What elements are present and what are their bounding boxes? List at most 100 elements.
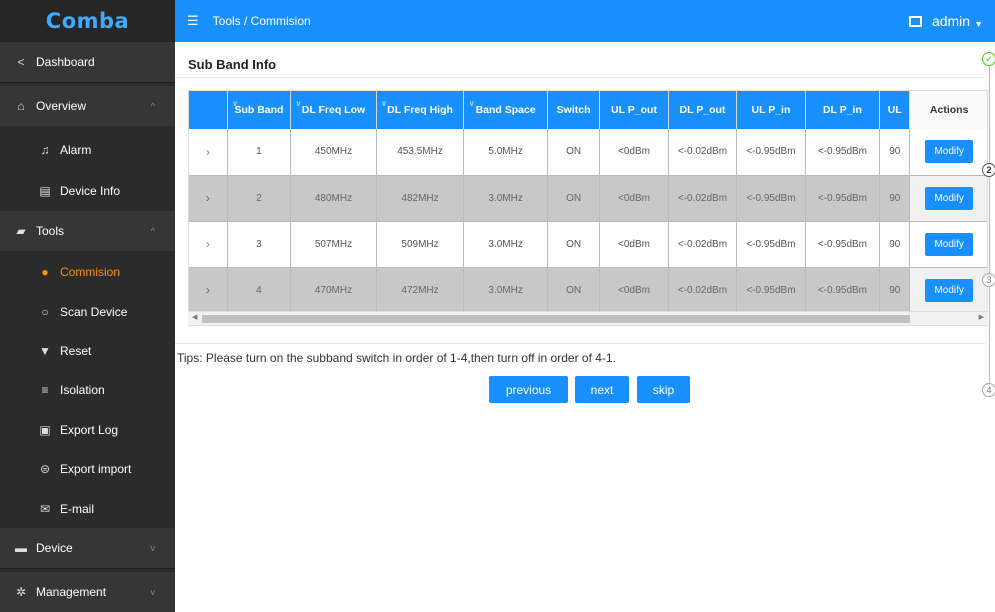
table-cell-dl-p-in: <-0.95dBm: [805, 129, 881, 176]
column-header[interactable]: ∨ DL Freq Low: [290, 91, 377, 129]
sidebar-item-label: Management: [36, 585, 107, 599]
modify-button[interactable]: Modify: [925, 140, 973, 164]
table-cell-actions: Modify: [909, 175, 987, 222]
chevron-up-icon: ^: [150, 101, 155, 111]
table-cell-band-space: 3.0MHz: [463, 267, 548, 314]
sidebar-item-label: Commision: [60, 264, 121, 279]
table-cell-actions: Modify: [909, 221, 987, 268]
expand-row-icon[interactable]: ›: [189, 175, 228, 222]
sidebar-item-device[interactable]: ▬ Device v: [0, 528, 175, 568]
reset-icon: ▼: [39, 343, 51, 358]
table-cell-dl-freq-high: 482MHz: [376, 175, 465, 222]
expand-row-icon[interactable]: ›: [189, 221, 228, 268]
table-cell-dl-freq-high: 472MHz: [376, 267, 465, 314]
column-header[interactable]: ∨ DL Freq High: [376, 91, 465, 129]
table-cell-dl-p-in: <-0.95dBm: [805, 175, 881, 222]
table-row[interactable]: › 4 470MHz 472MHz 3.0MHz ON <0dBm <-0.02dBm <-0.…: [189, 267, 987, 314]
column-header[interactable]: DL P_out: [668, 91, 738, 129]
table-cell-ul-p-in: <-0.95dBm: [736, 221, 806, 268]
table-row[interactable]: › 1 450MHz 453.5MHz 5.0MHz ON <0dBm <-0.02dBm <-…: [189, 129, 987, 176]
table-cell-sub-band: 4: [227, 267, 292, 314]
sidebar-item-isolation[interactable]: ≡ Isolation: [0, 370, 175, 409]
table-cell-dl-freq-low: 480MHz: [290, 175, 377, 222]
column-header[interactable]: UL P_out: [599, 91, 669, 129]
menu-toggle-icon[interactable]: ☰: [187, 13, 199, 29]
table-cell-ul-p-out: <0dBm: [599, 129, 669, 176]
step-4-indicator: 4: [982, 383, 995, 397]
modify-button[interactable]: Modify: [925, 278, 973, 302]
mail-icon: ✉: [39, 501, 51, 516]
scroll-right-icon[interactable]: ▶: [979, 313, 984, 321]
scroll-left-icon[interactable]: ◀: [192, 313, 197, 321]
logo-text: Comba: [45, 9, 130, 33]
step-1-done-icon: ✓: [982, 52, 995, 66]
divider: [175, 343, 985, 344]
caret-down-icon: ▼: [974, 19, 983, 29]
divider: [175, 77, 985, 78]
column-header[interactable]: DL P_in: [805, 91, 881, 129]
column-header[interactable]: UL P_in: [736, 91, 806, 129]
table-row[interactable]: › 2 480MHz 482MHz 3.0MHz ON <0dBm <-0.02dBm <-0.…: [189, 175, 987, 222]
divider: [0, 82, 175, 83]
home-icon: ⌂: [17, 99, 25, 113]
gear-icon: ✲: [15, 585, 27, 599]
sidebar-item-label: Reset: [60, 343, 92, 358]
monitor-icon: ▬: [15, 541, 27, 555]
sidebar-item-reset[interactable]: ▼ Reset: [0, 331, 175, 370]
database-icon: ⊜: [39, 461, 51, 476]
table-cell-dl-freq-low: 470MHz: [290, 267, 377, 314]
expand-row-icon[interactable]: ›: [189, 129, 228, 176]
previous-button[interactable]: previous: [489, 376, 568, 403]
step-rail: [989, 66, 990, 386]
table-cell-dl-freq-high: 509MHz: [376, 221, 465, 268]
table-cell-dl-p-out: <-0.02dBm: [668, 221, 738, 268]
table-cell-dl-freq-low: 450MHz: [290, 129, 377, 176]
table-cell-dl-p-out: <-0.02dBm: [668, 129, 738, 176]
modify-button[interactable]: Modify: [925, 232, 973, 256]
table-cell-ul-p-in: <-0.95dBm: [736, 175, 806, 222]
chevron-up-icon: ^: [150, 226, 155, 236]
sidebar-item-device-info[interactable]: ▤ Device Info: [0, 171, 175, 210]
next-button[interactable]: next: [575, 376, 629, 403]
horizontal-scrollbar[interactable]: ◀ ▶: [188, 311, 988, 325]
expand-row-icon[interactable]: ›: [189, 267, 228, 314]
column-header[interactable]: Switch: [547, 91, 601, 129]
sliders-icon: ≡: [41, 382, 49, 397]
column-header-actions: Actions: [909, 91, 987, 129]
table-header-row: ∨ Sub Band ∨ DL Freq Low ∨ DL Freq High ∨ Ba…: [189, 91, 987, 129]
sidebar: Comba < Dashboard ⌂ Overview ^ ♫ Alarm ▤…: [0, 0, 175, 612]
sidebar-item-label: Alarm: [60, 142, 92, 157]
divider: [0, 568, 175, 569]
sidebar-item-overview[interactable]: ⌂ Overview ^: [0, 86, 175, 126]
sidebar-item-export-import[interactable]: ⊜ Export import: [0, 449, 175, 488]
skip-button[interactable]: skip: [637, 376, 690, 403]
table-cell-ul-p-out: <0dBm: [599, 267, 669, 314]
top-header: ☰ Tools / Commision admin ▼: [175, 0, 995, 42]
sidebar-item-commision[interactable]: ● Commision: [0, 252, 175, 291]
sidebar-item-management[interactable]: ✲ Management v: [0, 572, 175, 612]
table-cell-ul: 90: [879, 221, 911, 268]
table-cell-dl-p-out: <-0.02dBm: [668, 267, 738, 314]
table-row[interactable]: › 3 507MHz 509MHz 3.0MHz ON <0dBm <-0.02dBm <-0.…: [189, 221, 987, 268]
column-header[interactable]: ∨ Sub Band: [227, 91, 292, 129]
user-menu[interactable]: admin ▼: [908, 13, 983, 29]
table-cell-dl-p-out: <-0.02dBm: [668, 175, 738, 222]
modify-button[interactable]: Modify: [925, 186, 973, 210]
table-cell-actions: Modify: [909, 129, 987, 176]
sidebar-item-export-log[interactable]: ▣ Export Log: [0, 410, 175, 449]
table-cell-switch: ON: [547, 175, 601, 222]
username: admin: [931, 13, 971, 29]
sidebar-item-dashboard[interactable]: < Dashboard: [0, 42, 175, 82]
sidebar-item-label: Scan Device: [60, 304, 128, 319]
sidebar-item-alarm[interactable]: ♫ Alarm: [0, 130, 175, 169]
sidebar-item-tools[interactable]: ▰ Tools ^: [0, 211, 175, 251]
sidebar-item-scan-device[interactable]: ○ Scan Device: [0, 292, 175, 331]
scrollbar-thumb[interactable]: [202, 315, 910, 323]
table-cell-ul: 90: [879, 129, 911, 176]
column-header[interactable]: UL: [879, 91, 911, 129]
column-header[interactable]: ∨ Band Space: [463, 91, 548, 129]
table-cell-switch: ON: [547, 221, 601, 268]
sub-band-table: ∨ Sub Band ∨ DL Freq Low ∨ DL Freq High ∨ Ba…: [188, 90, 988, 326]
sort-icon: ∨: [380, 99, 388, 108]
sidebar-item-email[interactable]: ✉ E-mail: [0, 489, 175, 528]
